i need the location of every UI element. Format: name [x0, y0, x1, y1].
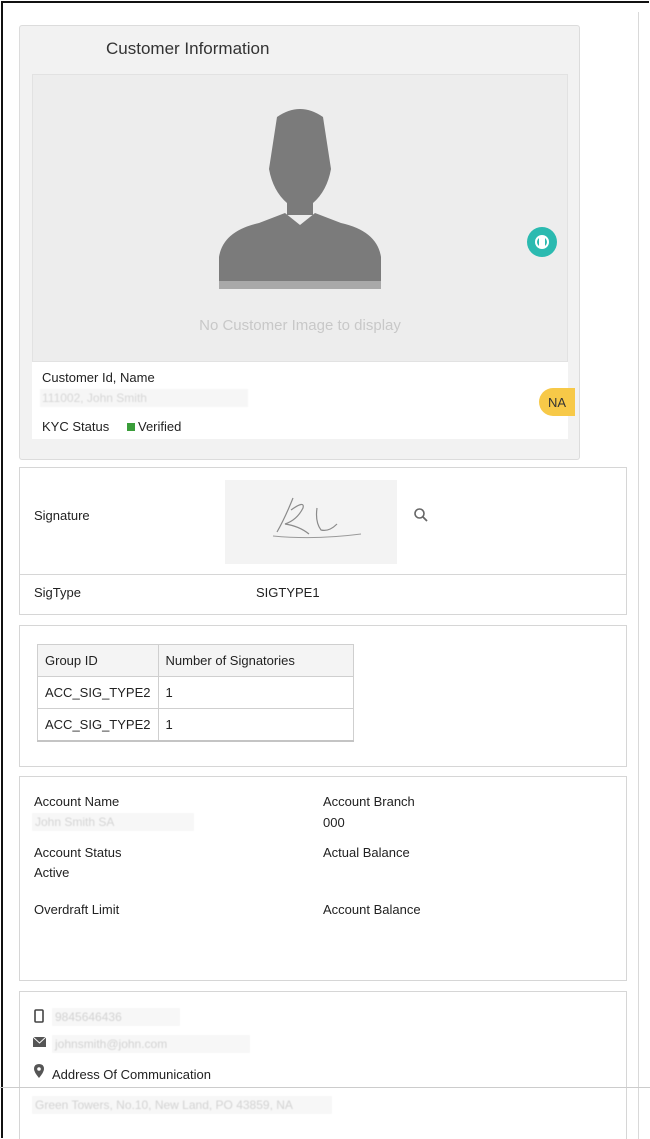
customer-photo: No Customer Image to display: [32, 74, 568, 362]
signature-scribble: [272, 497, 362, 539]
account-balance-label: Account Balance: [323, 902, 421, 917]
kyc-status-label: KYC Status: [42, 419, 110, 434]
account-branch-label: Account Branch: [323, 794, 415, 809]
table-cell-signatories: 1: [157, 708, 354, 742]
table-cell-group-id: ACC_SIG_TYPE2: [37, 676, 159, 709]
signatory-groups-panel: Group ID Number of Signatories ACC_SIG_T…: [19, 625, 627, 767]
overdraft-limit-label: Overdraft Limit: [34, 902, 120, 917]
mail-icon: [33, 1037, 46, 1047]
search-icon[interactable]: [413, 507, 429, 523]
table-row[interactable]: ACC_SIG_TYPE2 1: [37, 708, 354, 742]
address-value: Green Towers, No.10, New Land, PO 43859,…: [32, 1096, 332, 1114]
table-header-row: Group ID Number of Signatories: [37, 644, 354, 677]
account-status-value: Active: [34, 865, 70, 880]
customer-info-card: Customer Information No Customer Image t…: [19, 25, 580, 460]
account-details-panel: Account Name John Smith SA Account Branc…: [19, 776, 627, 981]
contact-panel: 9845646436 johnsmith@john.com Address Of…: [19, 991, 627, 1139]
check-icon: [127, 423, 135, 431]
location-icon: [34, 1064, 44, 1078]
signatory-groups-table: Group ID Number of Signatories ACC_SIG_T…: [37, 644, 354, 742]
customer-id-label: Customer Id, Name: [42, 370, 155, 385]
horizontal-rule: [0, 1087, 650, 1088]
mobile-icon: [34, 1009, 44, 1023]
email-value: johnsmith@john.com: [52, 1035, 250, 1053]
divider: [20, 574, 626, 575]
kyc-status-value: Verified: [138, 419, 182, 434]
sigtype-label: SigType: [34, 585, 81, 600]
customer-info-title: Customer Information: [106, 39, 270, 58]
signature-image[interactable]: [225, 480, 397, 564]
silhouette-icon: [219, 109, 381, 289]
account-branch-value: 000: [323, 815, 345, 830]
customer-id-value: 111002, John Smith: [40, 389, 248, 407]
na-badge[interactable]: NA: [539, 388, 575, 416]
phone-value: 9845646436: [52, 1008, 180, 1026]
account-status-label: Account Status: [34, 845, 122, 860]
column-header-number-of-signatories: Number of Signatories: [157, 644, 354, 677]
address-label: Address Of Communication: [52, 1067, 211, 1082]
customer-details: Customer Id, Name 111002, John Smith NA …: [32, 362, 575, 439]
account-name-value: John Smith SA: [32, 813, 194, 831]
actual-balance-label: Actual Balance: [323, 845, 410, 860]
table-cell-signatories: 1: [157, 676, 354, 709]
vertical-divider: [638, 12, 639, 1139]
table-cell-group-id: ACC_SIG_TYPE2: [37, 708, 159, 742]
sigtype-value: SIGTYPE1: [256, 585, 320, 600]
table-row[interactable]: ACC_SIG_TYPE2 1: [37, 676, 354, 709]
rotate-icon: [535, 235, 549, 249]
signature-label: Signature: [34, 508, 90, 523]
column-header-group-id: Group ID: [37, 644, 159, 677]
signature-panel: Signature SigType SIGTYPE1: [19, 467, 627, 615]
rotate-button[interactable]: [527, 227, 557, 257]
no-image-text: No Customer Image to display: [199, 317, 401, 334]
account-name-label: Account Name: [34, 794, 120, 809]
